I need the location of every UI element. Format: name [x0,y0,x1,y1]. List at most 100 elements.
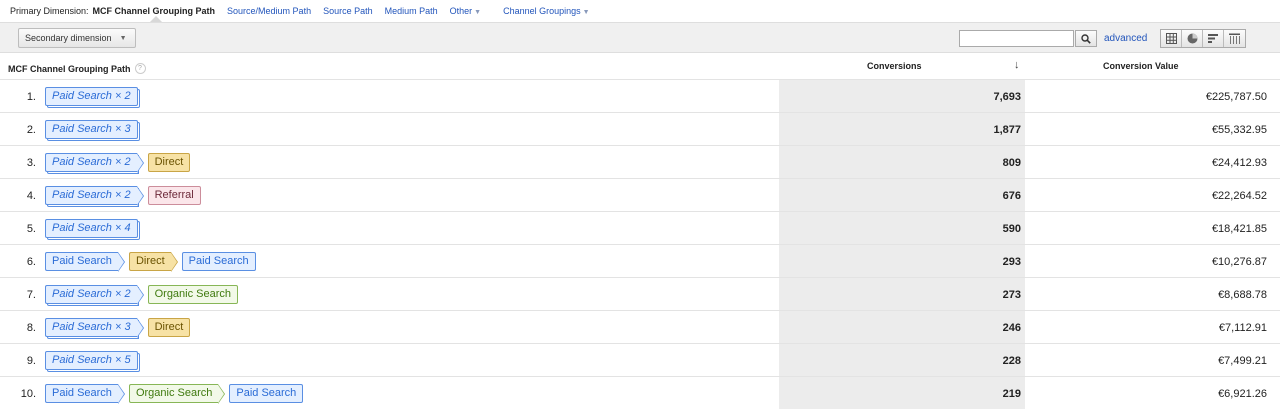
conversions-cell: 1,877 [779,113,1025,145]
conversions-value: 228 [1002,355,1021,367]
row-number: 9. [26,355,36,367]
table-header: MCF Channel Grouping Path ? Conversions … [0,54,1280,80]
table-row: 4. Paid Search × 2 Referral 676 €22,264.52 [0,179,1280,212]
dimension-other-dropdown[interactable]: Other ▼ [450,6,481,16]
channel-chip-ps: Paid Search [229,384,304,403]
table-toolbar: Secondary dimension ▼ advanced [0,22,1280,53]
primary-dimension-bar: Primary Dimension: MCF Channel Grouping … [0,0,1280,22]
conversion-value-cell: €18,421.85 [1211,223,1267,235]
row-number: 6. [26,256,36,268]
conversion-path: Paid Search × 2 Direct [45,153,191,173]
row-number: 4. [26,190,36,202]
channel-chip-ps: Paid Search [45,252,125,272]
row-number: 3. [26,157,36,169]
conversion-path: Paid Search × 5 [45,351,138,370]
conversion-value-cell: €6,921.26 [1218,388,1267,400]
row-number: 2. [26,124,36,136]
search-button[interactable] [1075,30,1097,47]
conversions-cell: 676 [779,179,1025,211]
table-view-icon[interactable] [1161,30,1182,47]
conversion-value-cell: €22,264.52 [1211,190,1267,202]
channel-chip-ps: Paid Search × 2 [45,285,144,305]
channel-chip-ps: Paid Search × 3 [45,120,138,139]
conversion-path: Paid Search × 4 [45,219,138,238]
table-row: 8. Paid Search × 3 Direct 246 €7,112.91 [0,311,1280,344]
channel-chip-ps: Paid Search × 2 [45,186,144,206]
conversions-cell: 246 [779,311,1025,343]
conversions-value: 246 [1002,322,1021,334]
channel-chip-ps: Paid Search × 3 [45,318,144,338]
channel-chip-ps: Paid Search × 2 [45,153,144,173]
table-row: 10. Paid Search Organic Search Paid Search 2… [0,377,1280,409]
conversion-value-cell: €8,688.78 [1218,289,1267,301]
pivot-view-icon[interactable] [1224,30,1245,47]
advanced-filter-link[interactable]: advanced [1104,33,1147,44]
conversion-path: Paid Search Direct Paid Search [45,252,256,272]
channel-chip-ref: Referral [147,186,201,205]
column-header-path-label: MCF Channel Grouping Path [8,63,131,74]
conversions-value: 219 [1002,388,1021,400]
conversions-cell: 273 [779,278,1025,310]
chevron-down-icon: ▼ [582,9,590,16]
channel-chip-ps: Paid Search × 5 [45,351,138,370]
conversion-value-cell: €24,412.93 [1211,157,1267,169]
view-switcher [1160,29,1246,48]
chevron-down-icon: ▼ [119,34,127,42]
column-header-path[interactable]: MCF Channel Grouping Path ? [8,63,146,74]
conversion-path: Paid Search × 2 [45,87,138,106]
conversion-path: Paid Search × 3 [45,120,138,139]
channel-groupings-dropdown[interactable]: Channel Groupings ▼ [503,6,590,16]
channel-groupings-label: Channel Groupings [503,6,581,16]
row-number: 8. [26,322,36,334]
channel-chip-dir: Direct [147,153,191,172]
conversions-value: 273 [1002,289,1021,301]
channel-chip-dir: Direct [128,252,178,272]
secondary-dimension-button[interactable]: Secondary dimension ▼ [18,28,136,48]
table-row: 2. Paid Search × 3 1,877 €55,332.95 [0,113,1280,146]
primary-dimension-label: Primary Dimension: [10,6,89,16]
row-number: 7. [26,289,36,301]
channel-chip-dir: Direct [147,318,191,337]
channel-chip-org: Organic Search [147,285,239,304]
pie-view-icon[interactable] [1182,30,1203,47]
table-row: 3. Paid Search × 2 Direct 809 €24,412.93 [0,146,1280,179]
table-row: 6. Paid Search Direct Paid Search 293 €10,276… [0,245,1280,278]
channel-chip-ps: Paid Search [181,252,256,271]
table-row: 7. Paid Search × 2 Organic Search 273 €8,688… [0,278,1280,311]
help-icon[interactable]: ? [134,63,146,74]
conversions-value: 293 [1002,256,1021,268]
bar-view-icon[interactable] [1203,30,1224,47]
chevron-down-icon: ▼ [474,9,482,16]
conversions-cell: 7,693 [779,80,1025,112]
conversion-path: Paid Search Organic Search Paid Search [45,384,304,404]
conversion-value-cell: €225,787.50 [1205,91,1267,103]
dimension-link-source-path[interactable]: Source Path [323,6,373,16]
secondary-dimension-label: Secondary dimension [25,33,112,43]
sort-descending-icon[interactable]: ↓ [1014,59,1020,71]
conversion-value-cell: €7,112.91 [1218,322,1267,334]
column-header-conversion-value[interactable]: Conversion Value [1103,61,1179,71]
conversions-cell: 809 [779,146,1025,178]
conversion-value-cell: €10,276.87 [1211,256,1267,268]
row-number: 1. [26,91,36,103]
table-search-input[interactable] [959,30,1074,47]
conversions-value: 1,877 [993,124,1021,136]
conversions-value: 7,693 [993,91,1021,103]
row-number: 5. [26,223,36,235]
conversions-value: 809 [1002,157,1021,169]
table-row: 1. Paid Search × 2 7,693 €225,787.50 [0,80,1280,113]
conversions-cell: 228 [779,344,1025,376]
conversion-path: Paid Search × 3 Direct [45,318,191,338]
dimension-link-source-medium-path[interactable]: Source/Medium Path [227,6,311,16]
channel-chip-ps: Paid Search × 4 [45,219,138,238]
conversion-value-cell: €55,332.95 [1211,124,1267,136]
conversions-value: 590 [1002,223,1021,235]
channel-chip-ps: Paid Search [45,384,125,404]
channel-chip-org: Organic Search [128,384,226,404]
conversions-cell: 590 [779,212,1025,244]
table-body: 1. Paid Search × 2 7,693 €225,787.50 2. Paid … [0,80,1280,409]
channel-chip-ps: Paid Search × 2 [45,87,138,106]
dimension-other-label: Other [449,6,473,16]
column-header-conversions[interactable]: Conversions [867,61,922,71]
dimension-link-medium-path[interactable]: Medium Path [385,6,438,16]
